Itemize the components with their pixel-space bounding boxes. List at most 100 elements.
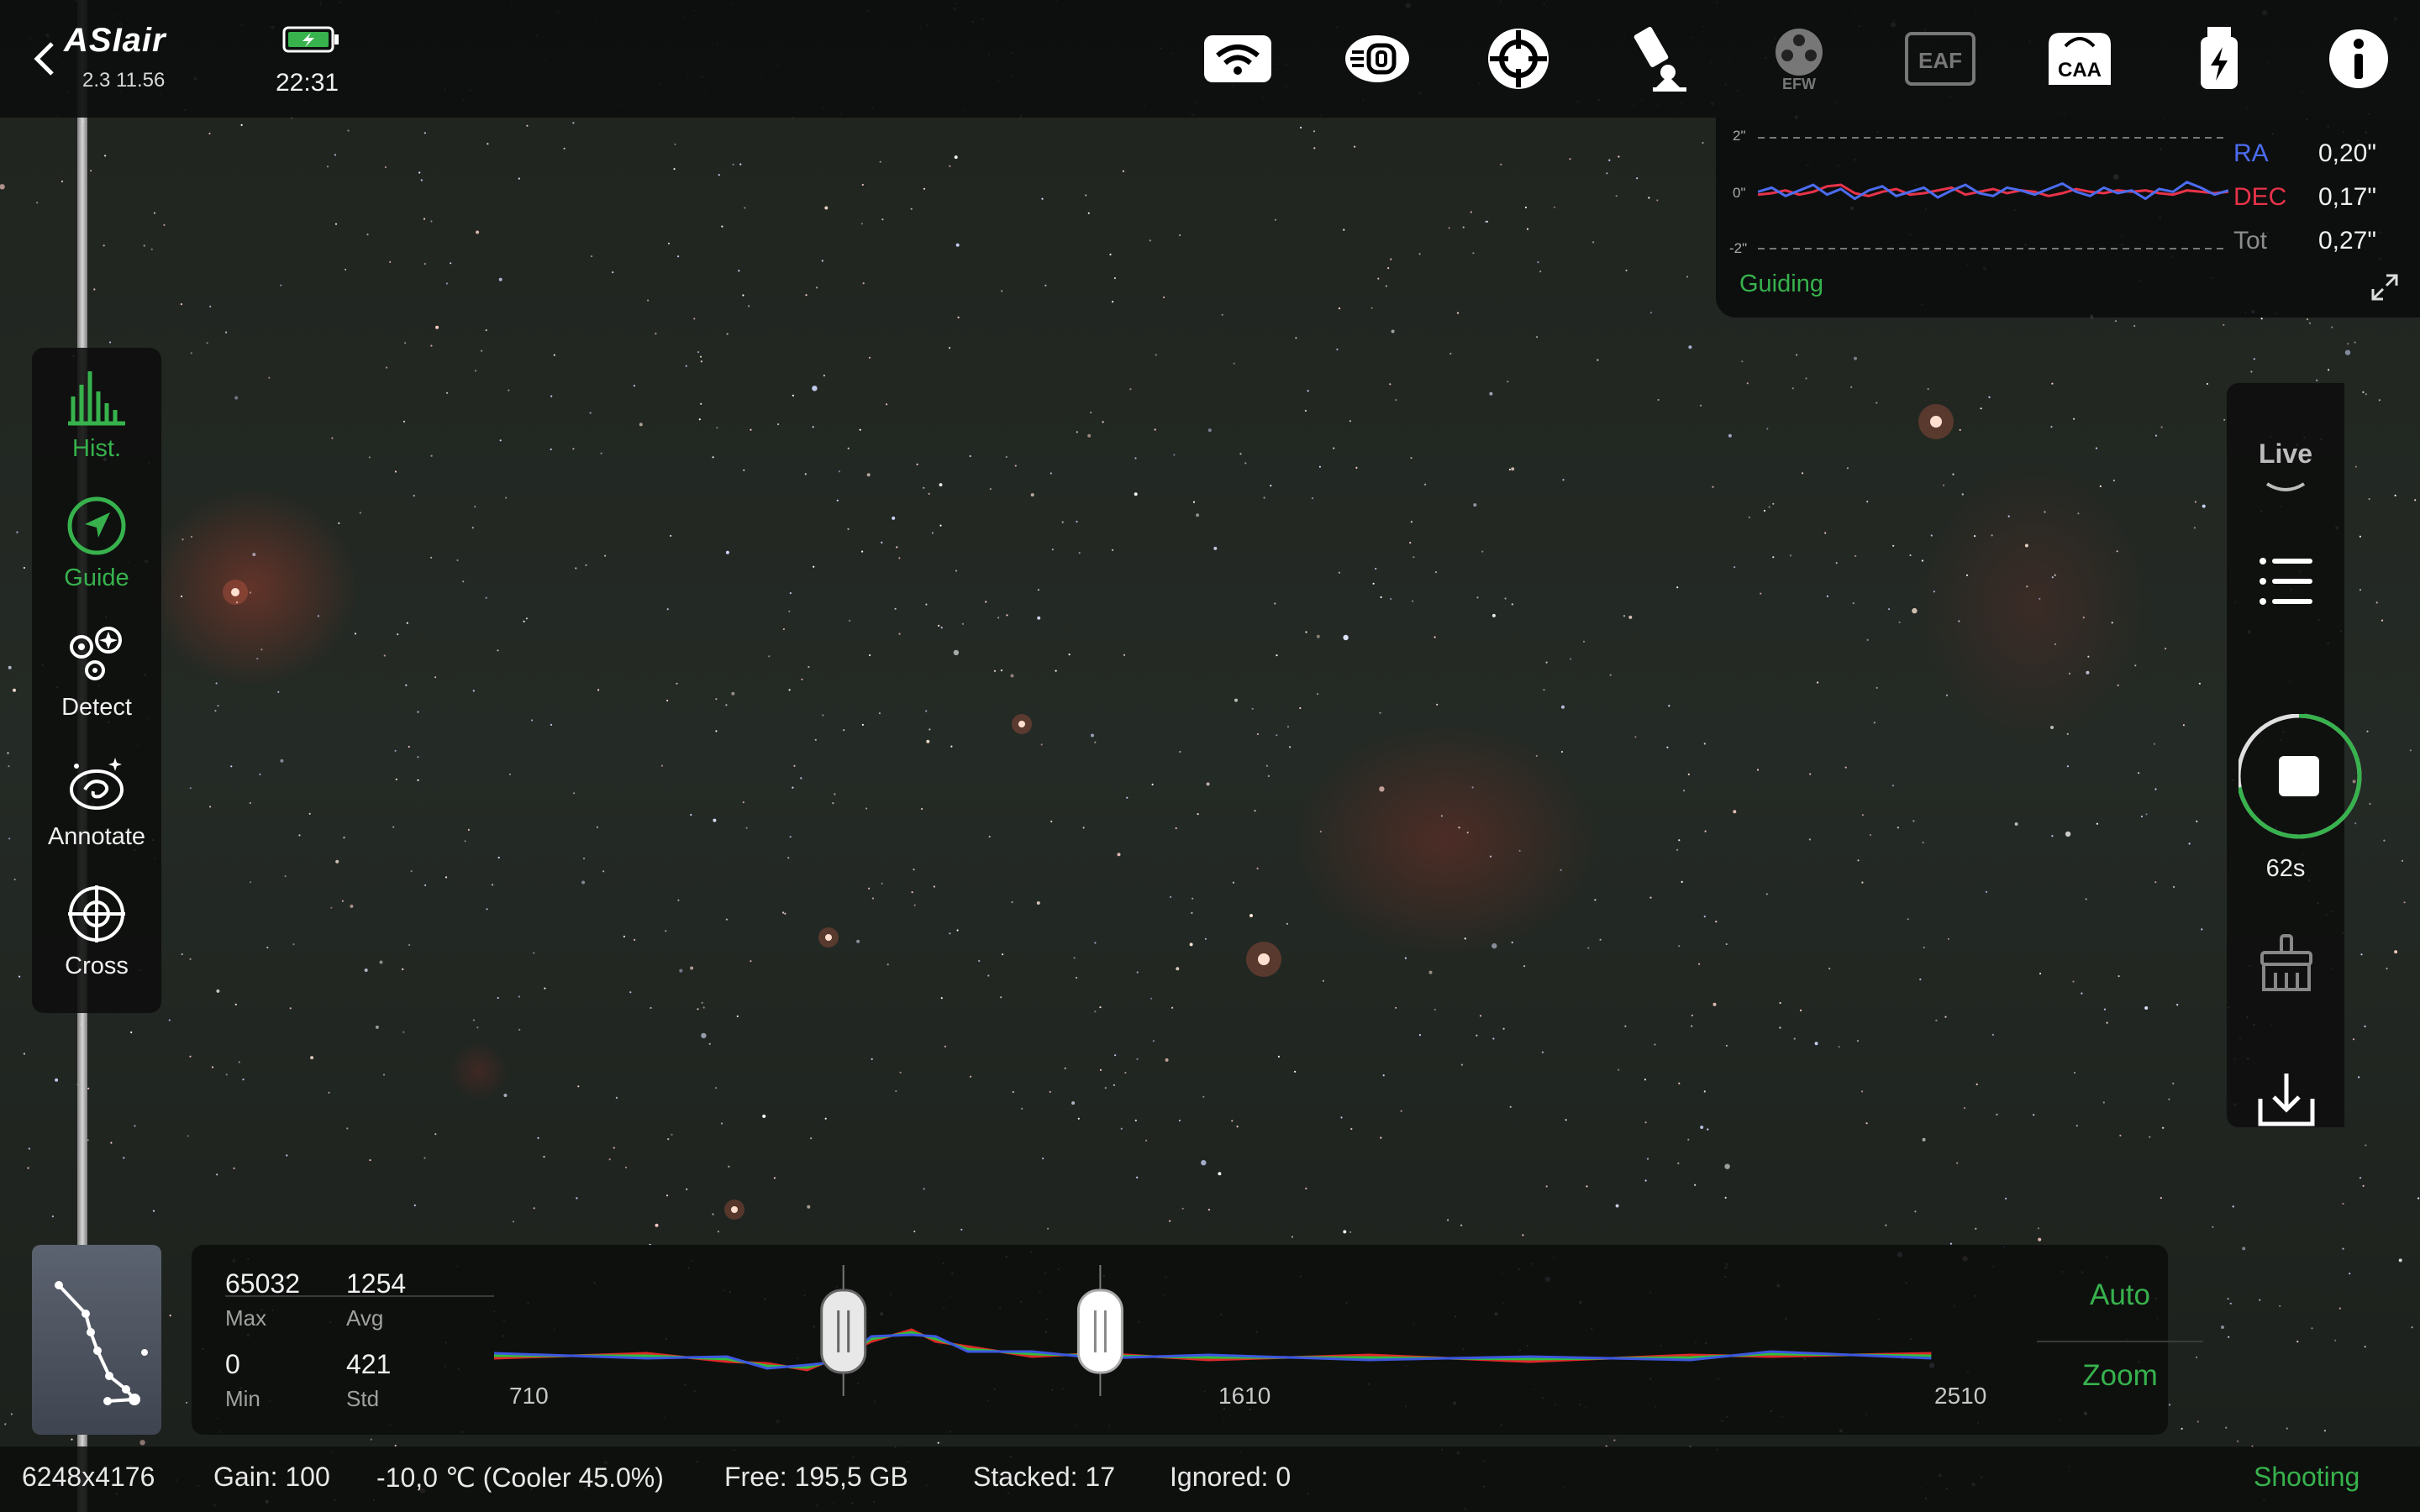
star [10,1413,13,1415]
star [1526,228,1529,230]
star [512,1221,515,1223]
star [1644,1179,1647,1182]
auto-stretch-button[interactable]: Auto [2040,1278,2200,1312]
star [868,887,871,890]
list-icon[interactable] [2259,556,2314,606]
star [2054,643,2057,646]
star [725,918,729,921]
tool-hist[interactable]: Hist. [32,348,161,474]
star [881,218,884,221]
star [655,1223,659,1227]
star [2394,950,2398,954]
star [186,1401,188,1404]
crosshair-icon [68,885,125,942]
star [718,174,720,176]
star [2073,417,2075,420]
star [2229,1302,2232,1305]
star [1291,1236,1293,1238]
white-point-handle[interactable] [1076,1265,1123,1396]
star [1201,1160,1207,1166]
status-stacked: Stacked: 17 [973,1462,1115,1492]
bright-star [731,1206,738,1213]
tool-annotate[interactable]: Annotate [32,736,161,862]
tool-guide[interactable]: Guide [32,477,161,603]
info-icon[interactable] [2321,25,2396,92]
star [2149,1136,2151,1138]
star [1856,1040,1860,1042]
star [822,714,824,717]
star [1707,1128,1709,1131]
star [366,234,369,236]
star [860,223,863,225]
star [429,556,433,559]
storage-icon[interactable] [2181,25,2257,92]
star [2168,1098,2170,1100]
star [1927,388,1929,391]
wifi-icon[interactable] [1200,25,1276,92]
expand-icon[interactable] [2368,270,2402,304]
exposure-progress-ring[interactable] [2238,714,2373,848]
camera-icon[interactable] [1339,25,1415,92]
histogram-chart[interactable] [494,1262,1939,1396]
star [615,1096,618,1099]
star [2375,601,2378,604]
star [234,396,239,400]
tool-detect[interactable]: Detect [32,606,161,732]
star [1270,485,1272,487]
star [1508,468,1511,471]
star [481,349,483,352]
star [923,187,926,190]
star [1545,661,1548,664]
star [1234,698,1238,702]
star [417,756,419,759]
star [948,347,951,349]
star [1524,206,1527,209]
back-icon[interactable] [27,34,64,84]
star [1462,226,1465,228]
star [1618,155,1620,158]
star [1511,603,1513,606]
annotate-galaxy-icon [70,758,124,810]
focuser-icon[interactable]: EAF [1902,25,1978,92]
star [1922,1137,1926,1142]
star [350,904,354,908]
star [1545,1185,1548,1188]
black-point-handle[interactable] [820,1265,867,1396]
tool-cross[interactable]: Cross [32,865,161,991]
zoom-button[interactable]: Zoom [2040,1359,2200,1393]
star [2051,835,2054,837]
star [715,1087,718,1089]
star [1286,922,1288,925]
star [792,394,795,396]
star [590,255,593,258]
star [1460,1224,1463,1226]
mount-icon[interactable] [1623,25,1699,92]
star [1956,1162,1959,1164]
star [1779,1026,1781,1029]
star [832,802,834,805]
star [1961,493,1964,496]
histogram-red-curve [494,1328,1932,1372]
brush-clear-icon[interactable] [2257,934,2316,993]
star [1207,428,1212,433]
star [2368,498,2370,501]
star [464,840,466,843]
star [2087,655,2090,658]
star [1914,1210,1917,1213]
guide-scope-icon[interactable] [1481,25,1556,92]
star [612,271,614,274]
star [110,1142,113,1144]
sky-map-thumbnail[interactable] [32,1245,161,1435]
guiding-graph-panel[interactable]: 2" 0" -2" RA 0,20" DEC 0,17" Tot 0,27" G… [1716,118,2420,318]
download-icon[interactable] [2257,1070,2316,1129]
chevron-down-icon[interactable] [2265,480,2306,496]
star [544,987,546,990]
filter-wheel-icon[interactable]: EFW [1761,25,1837,92]
stop-icon[interactable] [2279,756,2319,796]
rotator-icon[interactable]: CAA [2042,25,2118,92]
mode-selector[interactable]: Live [2227,438,2344,470]
bright-star [1018,721,1025,727]
star [1075,976,1078,979]
star [2112,479,2115,482]
star [1703,916,1706,918]
